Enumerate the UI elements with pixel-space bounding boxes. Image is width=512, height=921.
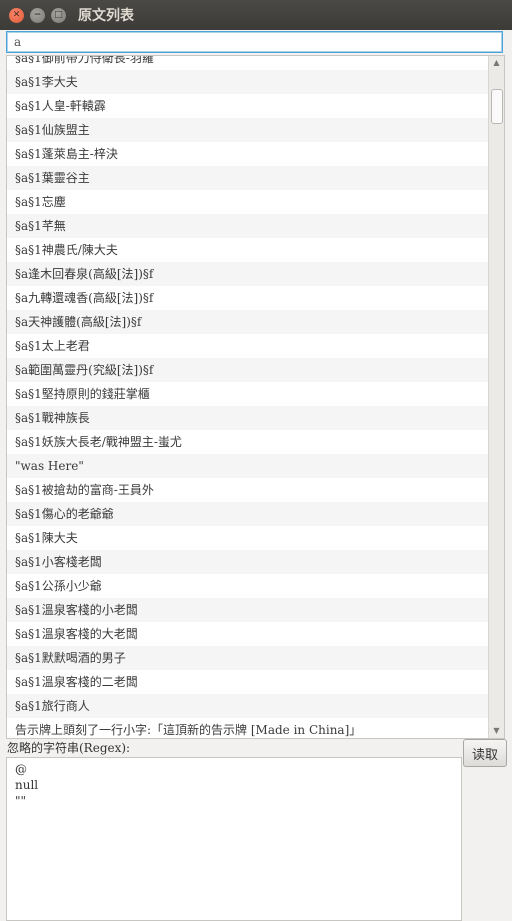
list-item[interactable]: §a§1御前帶刀侍衛長-羽羅	[7, 56, 490, 70]
read-button[interactable]: 读取	[463, 739, 507, 767]
window-title: 原文列表	[78, 8, 134, 24]
list-item[interactable]: §a§1陳大夫	[7, 526, 490, 550]
list-item[interactable]: §a§1蓬萊島主-梓決	[7, 142, 490, 166]
list-item[interactable]: §a§1李大夫	[7, 70, 490, 94]
list-item[interactable]: §a§1溫泉客棧的二老闆	[7, 670, 490, 694]
close-window-button[interactable]: ✕	[9, 7, 24, 23]
list-item[interactable]: §a§1旅行商人	[7, 694, 490, 718]
regex-line: null	[15, 778, 39, 792]
list-item[interactable]: §a§1戰神族長	[7, 406, 490, 430]
regex-line: ""	[15, 794, 27, 808]
list-item[interactable]: §a§1被搶劫的富商-王員外	[7, 478, 490, 502]
list-item[interactable]: §a§1傷心的老爺爺	[7, 502, 490, 526]
scroll-up-arrow-icon[interactable]: ▲	[489, 56, 504, 70]
list-item[interactable]: §a§1神農氏/陳大夫	[7, 238, 490, 262]
list-scrollbar[interactable]: ▲ ▼	[488, 56, 504, 738]
list-item[interactable]: §a範圍萬靈丹(究級[法])§f	[7, 358, 490, 382]
regex-label: 忽略的字符串(Regex):	[7, 741, 131, 755]
maximize-window-button[interactable]: □	[51, 7, 66, 23]
list-item[interactable]: §a§1葉靈谷主	[7, 166, 490, 190]
regex-textarea[interactable]: @ null ""	[6, 757, 462, 921]
list-item[interactable]: §a§1溫泉客棧的大老闆	[7, 622, 490, 646]
title-bar: ✕ − □ 原文列表	[0, 0, 512, 30]
list-item[interactable]: 告示牌上頭刻了一行小字:「這頂新的告示牌 [Made in China]」	[7, 718, 490, 738]
list-item[interactable]: §a§1默默喝酒的男子	[7, 646, 490, 670]
list-item[interactable]: §a§1仙族盟主	[7, 118, 490, 142]
source-text-list[interactable]: §a§1御前帶刀侍衛長-羽羅 §a§1李大夫 §a§1人皇-軒轅霹 §a§1仙族盟主 §…	[6, 55, 505, 739]
list-item[interactable]: §a§1太上老君	[7, 334, 490, 358]
list-item[interactable]: §a逢木回春泉(高級[法])§f	[7, 262, 490, 286]
list-item[interactable]: §a§1公孫小少爺	[7, 574, 490, 598]
list-item[interactable]: §a九轉還魂香(高級[法])§f	[7, 286, 490, 310]
list-items: §a§1御前帶刀侍衛長-羽羅 §a§1李大夫 §a§1人皇-軒轅霹 §a§1仙族盟主 §…	[7, 56, 490, 738]
list-item[interactable]: §a§1溫泉客棧的小老闆	[7, 598, 490, 622]
close-icon: ✕	[12, 9, 21, 20]
regex-line: @	[15, 762, 27, 776]
list-item[interactable]: §a天神護體(高級[法])§f	[7, 310, 490, 334]
list-item[interactable]: §a§1堅持原則的錢莊掌櫃	[7, 382, 490, 406]
minimize-window-button[interactable]: −	[30, 7, 45, 23]
list-item[interactable]: "was Here"	[7, 454, 490, 478]
list-item[interactable]: §a§1忘塵	[7, 190, 490, 214]
list-item[interactable]: §a§1人皇-軒轅霹	[7, 94, 490, 118]
list-item[interactable]: §a§1妖族大長老/戰神盟主-蚩尤	[7, 430, 490, 454]
list-item[interactable]: §a§1芊無	[7, 214, 490, 238]
maximize-icon: □	[54, 9, 63, 20]
scroll-down-arrow-icon[interactable]: ▼	[489, 724, 504, 738]
search-input[interactable]	[6, 31, 503, 53]
list-item[interactable]: §a§1小客棧老闆	[7, 550, 490, 574]
minimize-icon: −	[33, 9, 42, 20]
main-window: ✕ − □ 原文列表 §a§1御前帶刀侍衛長-羽羅§a§1李大夫§a§1人皇-軒…	[0, 0, 512, 921]
scrollbar-thumb[interactable]	[491, 89, 503, 124]
